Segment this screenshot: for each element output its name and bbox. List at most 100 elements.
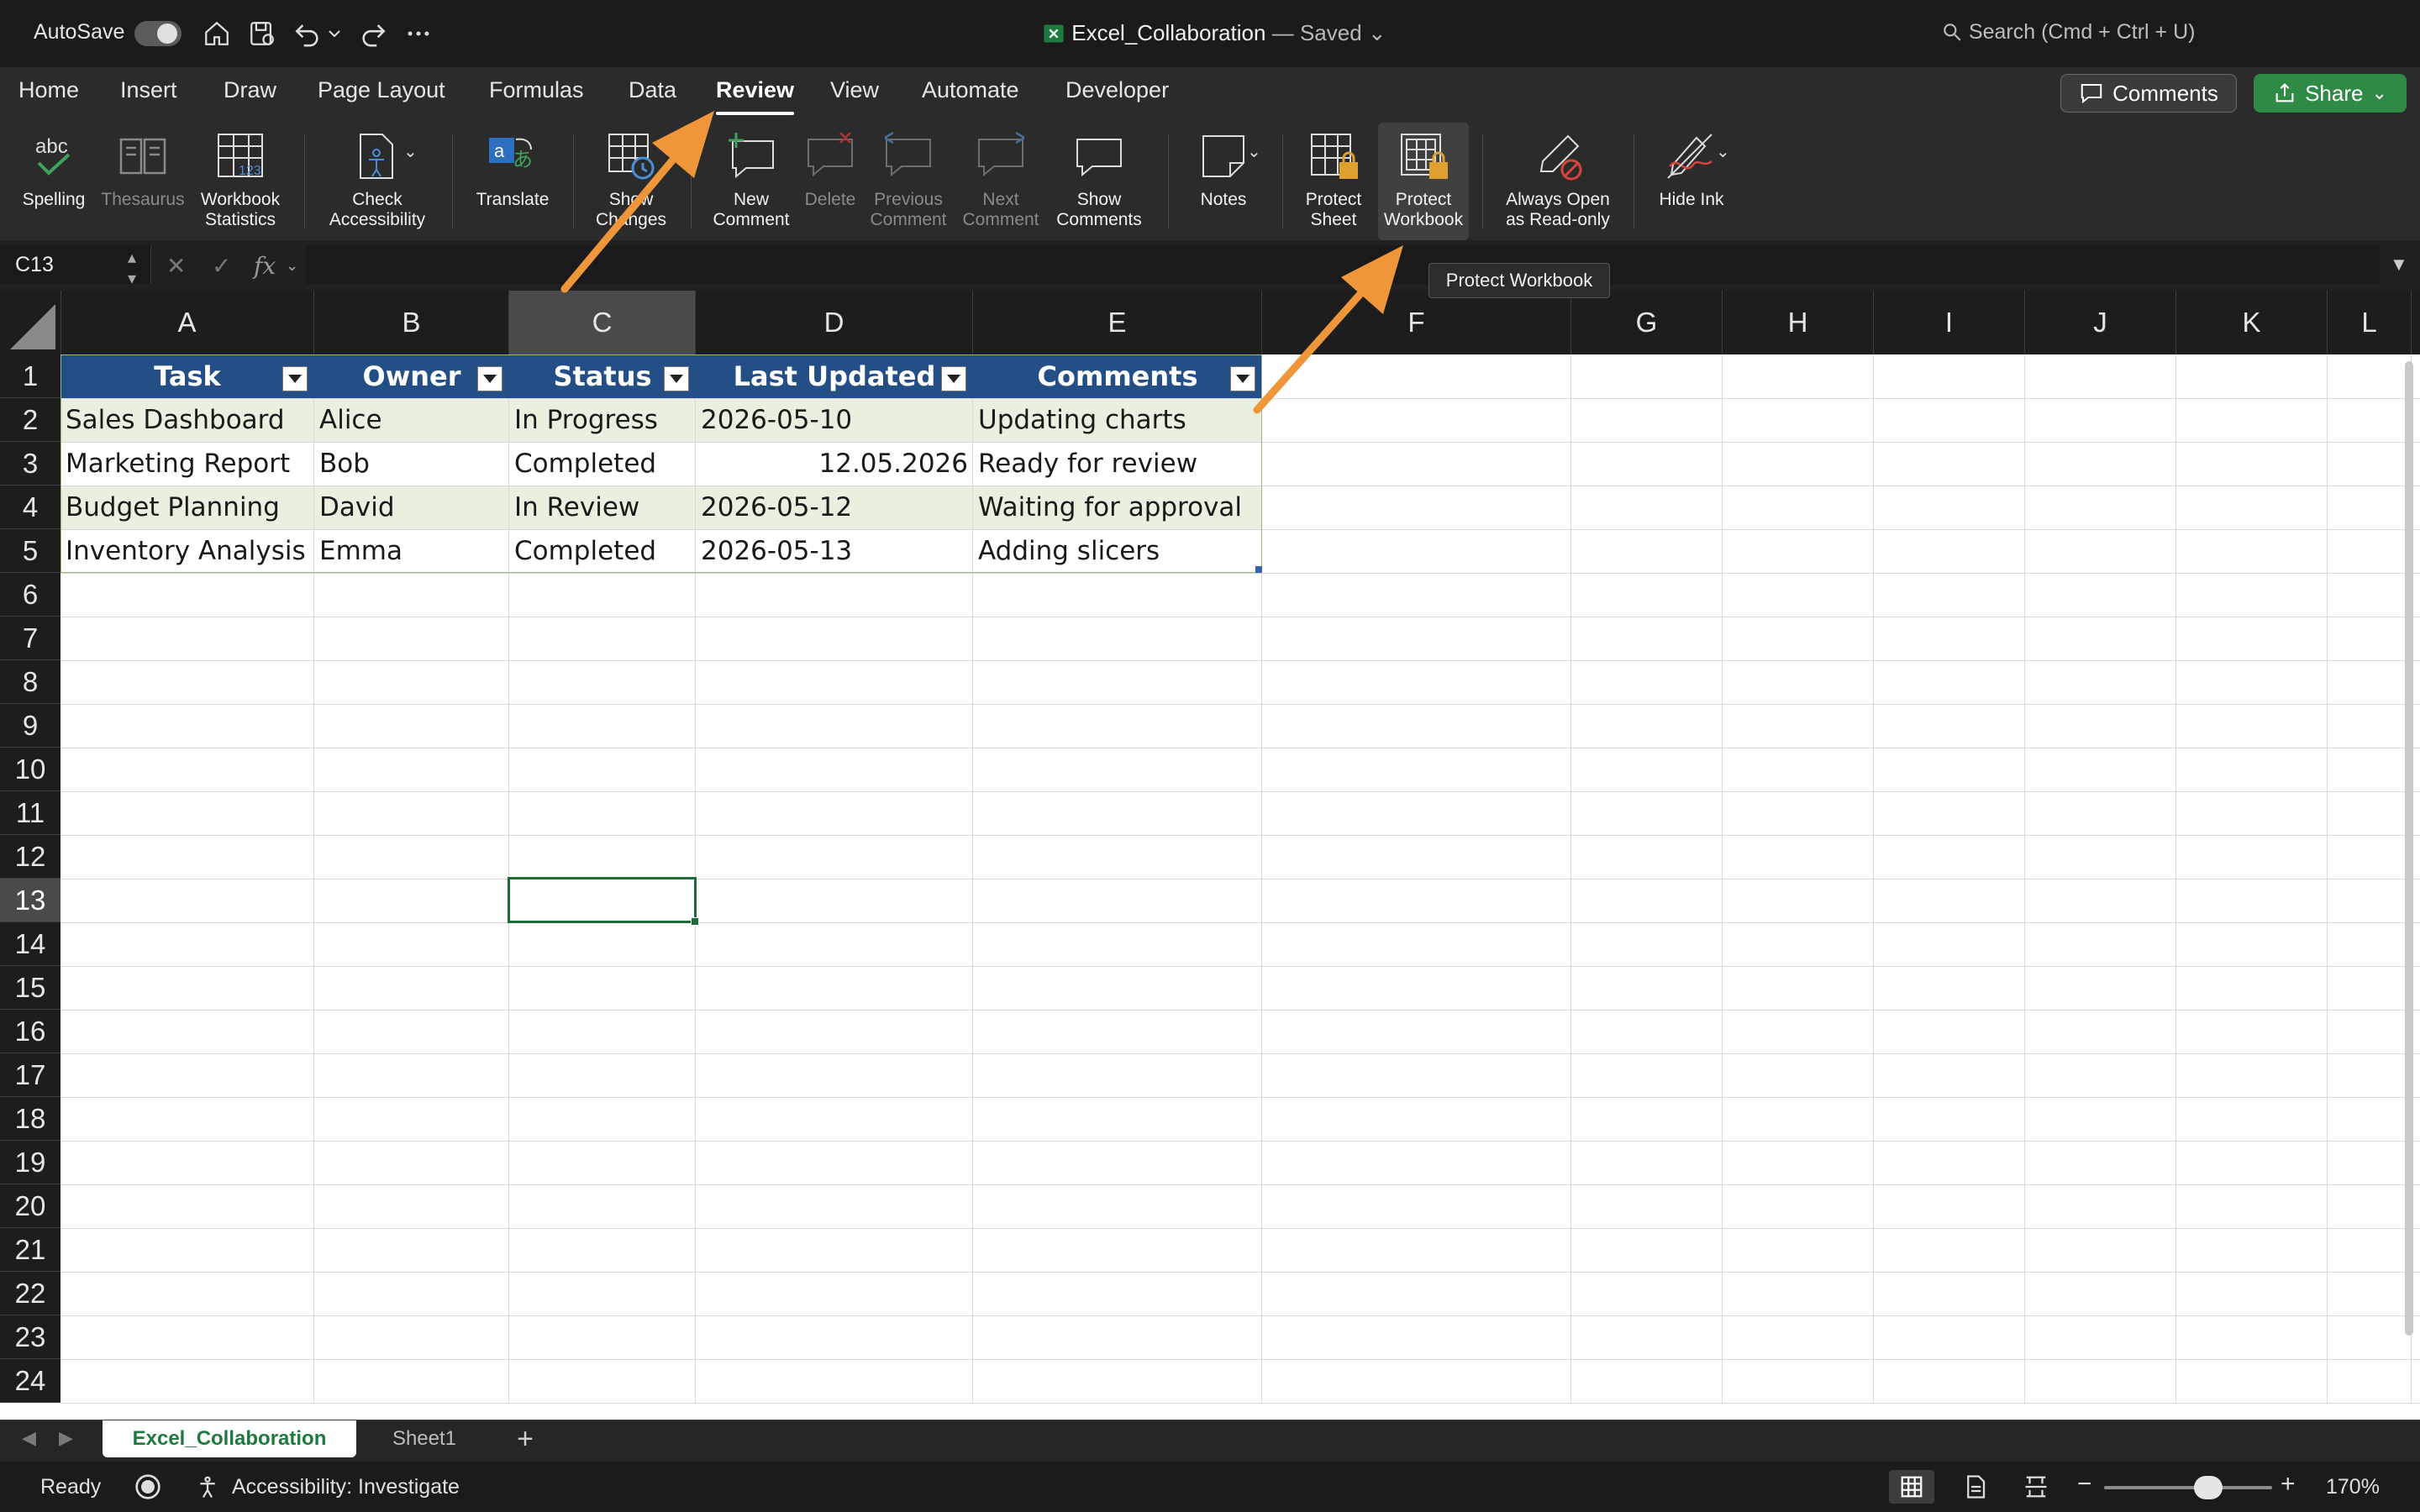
share-button[interactable]: Share ⌄ [2254, 74, 2407, 113]
zoom-out-button[interactable]: − [2077, 1470, 2092, 1499]
zoom-in-button[interactable]: + [2281, 1470, 2296, 1499]
formula-input[interactable] [306, 245, 2380, 284]
row-header-24[interactable]: 24 [0, 1359, 60, 1403]
row-header-9[interactable]: 9 [0, 704, 60, 748]
column-header-a[interactable]: A [60, 291, 314, 354]
column-header-c[interactable]: C [509, 291, 696, 354]
share-chevron-icon: ⌄ [2371, 82, 2387, 103]
column-header-b[interactable]: B [314, 291, 509, 354]
new-comment-button[interactable]: New Comment [702, 123, 800, 240]
column-header-l[interactable]: L [2328, 291, 2412, 354]
select-all-corner[interactable] [0, 291, 61, 354]
check-accessibility-button[interactable]: ⌄ Check Accessibility [316, 123, 439, 240]
row-header-5[interactable]: 5 [0, 529, 60, 573]
document-title[interactable]: Excel_Collaboration — Saved ⌄ [1042, 20, 1386, 46]
row-header-10[interactable]: 10 [0, 748, 60, 791]
sheet-tab-sheet1[interactable]: Sheet1 [361, 1420, 487, 1457]
workbook-statistics-button[interactable]: 123 Workbook Statistics [190, 123, 291, 240]
accessibility-status-icon[interactable] [195, 1474, 220, 1499]
column-header-g[interactable]: G [1571, 291, 1723, 354]
next-sheet-icon[interactable]: ▶ [59, 1427, 73, 1449]
column-header-d[interactable]: D [696, 291, 973, 354]
row-header-15[interactable]: 15 [0, 966, 60, 1010]
show-comments-button[interactable]: Show Comments [1047, 123, 1151, 240]
row-header-7[interactable]: 7 [0, 617, 60, 660]
selected-cell[interactable] [508, 877, 699, 926]
autosave-toggle[interactable] [134, 21, 182, 46]
column-header-f[interactable]: F [1262, 291, 1571, 354]
sheet-tab-excel-collaboration[interactable]: Excel_Collaboration [103, 1420, 356, 1457]
page-layout-view-icon[interactable] [1963, 1474, 1988, 1499]
row-header-20[interactable]: 20 [0, 1184, 60, 1228]
tab-developer[interactable]: Developer [1065, 77, 1169, 103]
previous-comment-button[interactable]: Previous Comment [862, 123, 955, 240]
worksheet-grid[interactable]: ABCDEFGHIJKL 1 2 3 4 5 6 7 8 9 10 11 12 13 14 15 16 17 18… [0, 291, 2420, 1420]
row-header-17[interactable]: 17 [0, 1053, 60, 1097]
row-header-21[interactable]: 21 [0, 1228, 60, 1272]
column-header-i[interactable]: I [1874, 291, 2025, 354]
row-header-3[interactable]: 3 [0, 442, 60, 486]
page-break-view-icon[interactable] [2023, 1474, 2049, 1499]
show-changes-button[interactable]: Show Changes [585, 123, 677, 240]
row-header-4[interactable]: 4 [0, 486, 60, 529]
delete-comment-button[interactable]: Delete [797, 123, 864, 240]
row-header-22[interactable]: 22 [0, 1272, 60, 1315]
row-header-14[interactable]: 14 [0, 922, 60, 966]
macro-record-icon[interactable] [134, 1473, 161, 1500]
tab-home[interactable]: Home [18, 77, 79, 103]
accessibility-status[interactable]: Accessibility: Investigate [232, 1475, 460, 1499]
row-header-1[interactable]: 1 [0, 354, 60, 398]
tab-data[interactable]: Data [629, 77, 676, 103]
column-header-h[interactable]: H [1723, 291, 1874, 354]
expand-formula-icon[interactable]: ▼ [2390, 254, 2408, 276]
always-open-readonly-button[interactable]: Always Open as Read-only [1494, 123, 1622, 240]
column-header-e[interactable]: E [973, 291, 1262, 354]
comments-button[interactable]: Comments [2060, 74, 2237, 113]
add-sheet-button[interactable]: + [504, 1420, 546, 1457]
row-header-12[interactable]: 12 [0, 835, 60, 879]
next-comment-button[interactable]: Next Comment [955, 123, 1047, 240]
search-box[interactable]: Search (Cmd + Ctrl + U) [1941, 20, 2195, 45]
undo-icon[interactable] [291, 17, 324, 50]
zoom-slider-thumb[interactable] [2194, 1476, 2223, 1499]
undo-dropdown-icon[interactable] [324, 17, 345, 50]
notes-button[interactable]: ⌄ Notes [1180, 123, 1267, 240]
normal-view-button[interactable] [1889, 1470, 1934, 1504]
protect-workbook-button[interactable]: Protect Workbook [1378, 123, 1469, 240]
tab-draw[interactable]: Draw [224, 77, 276, 103]
row-header-16[interactable]: 16 [0, 1010, 60, 1053]
spelling-button[interactable]: abc Spelling [10, 123, 97, 240]
row-header-11[interactable]: 11 [0, 791, 60, 835]
name-box-stepper-icon[interactable]: ▴ ▾ [128, 247, 136, 289]
protect-sheet-button[interactable]: Protect Sheet [1292, 123, 1375, 240]
hide-ink-button[interactable]: ⌄ Hide Ink [1647, 123, 1736, 240]
save-icon[interactable] [245, 17, 279, 50]
tab-page-layout[interactable]: Page Layout [318, 77, 445, 103]
column-header-k[interactable]: K [2176, 291, 2328, 354]
tab-insert[interactable]: Insert [120, 77, 177, 103]
row-header-18[interactable]: 18 [0, 1097, 60, 1141]
tab-view[interactable]: View [830, 77, 879, 103]
translate-button[interactable]: aあ Translate [464, 123, 561, 240]
row-header-23[interactable]: 23 [0, 1315, 60, 1359]
redo-icon[interactable] [356, 17, 390, 50]
tab-review[interactable]: Review [716, 77, 795, 115]
prev-sheet-icon[interactable]: ◀ [22, 1427, 36, 1449]
row-header-8[interactable]: 8 [0, 660, 60, 704]
home-icon[interactable] [200, 17, 234, 50]
row-header-6[interactable]: 6 [0, 573, 60, 617]
row-header-19[interactable]: 19 [0, 1141, 60, 1184]
tab-formulas[interactable]: Formulas [489, 77, 584, 103]
row-header-2[interactable]: 2 [0, 398, 60, 442]
function-chevron-icon[interactable]: ⌄ [286, 257, 298, 275]
more-options-icon[interactable] [402, 17, 435, 50]
column-header-j[interactable]: J [2025, 291, 2176, 354]
thesaurus-button[interactable]: Thesaurus [94, 123, 192, 240]
tab-automate[interactable]: Automate [922, 77, 1019, 103]
insert-function-icon[interactable]: fx [254, 252, 276, 280]
row-header-13[interactable]: 13 [0, 879, 60, 922]
vertical-scrollbar[interactable] [2405, 361, 2413, 1336]
zoom-slider[interactable] [2104, 1476, 2272, 1499]
table-resize-handle[interactable] [1255, 566, 1262, 573]
zoom-level[interactable]: 170% [2326, 1475, 2380, 1499]
